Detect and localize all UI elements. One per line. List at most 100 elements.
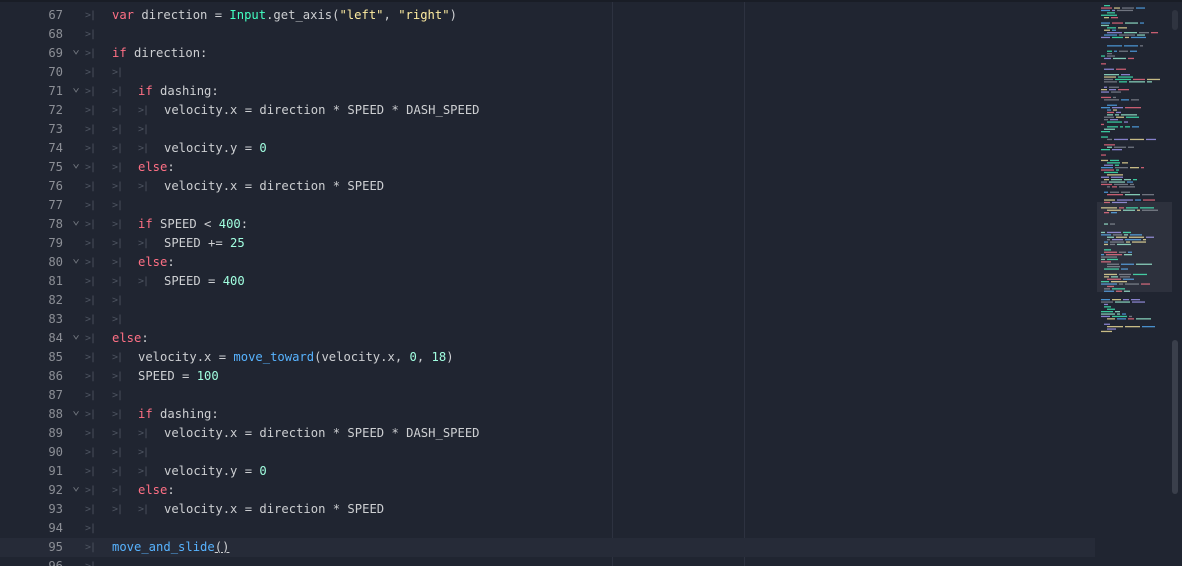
minimap-line bbox=[1119, 34, 1135, 36]
tab-marker-icon: >| bbox=[138, 428, 149, 439]
code-line[interactable]: 80 ⌄ >| >| else: bbox=[0, 251, 1095, 272]
tab-marker-icon: >| bbox=[112, 504, 123, 515]
code-line[interactable]: 76 >| >| >| velocity.x = direction * SPEED bbox=[0, 177, 1095, 196]
chevron-down-icon[interactable]: ⌄ bbox=[70, 211, 82, 230]
code-text[interactable]: if dashing: bbox=[138, 82, 219, 101]
code-area[interactable]: 67 >| var direction = Input.get_axis("left… bbox=[0, 6, 1095, 566]
code-token: else bbox=[112, 331, 142, 345]
code-line[interactable]: 74 >| >| >| velocity.y = 0 bbox=[0, 139, 1095, 158]
code-line[interactable]: 69 ⌄ >| if direction: bbox=[0, 42, 1095, 63]
code-line[interactable]: 67 >| var direction = Input.get_axis("left… bbox=[0, 6, 1095, 25]
minimap-line bbox=[1124, 121, 1128, 123]
code-text[interactable]: var direction = Input.get_axis("left", "… bbox=[112, 6, 457, 25]
minimap-line bbox=[1112, 315, 1127, 318]
tab-marker-icon: >| bbox=[85, 124, 96, 135]
code-text[interactable]: velocity.x = direction * SPEED bbox=[164, 500, 384, 519]
code-line[interactable]: 84 ⌄ >| else: bbox=[0, 327, 1095, 348]
code-text[interactable]: velocity.x = direction * SPEED bbox=[164, 177, 384, 196]
minimap-viewport[interactable] bbox=[1097, 202, 1172, 292]
minimap-line bbox=[1101, 7, 1112, 9]
line-number: 92 bbox=[48, 483, 63, 497]
minimap-line bbox=[1104, 191, 1108, 193]
tab-marker-icon: >| bbox=[85, 10, 96, 21]
line-number: 88 bbox=[48, 407, 63, 421]
code-text[interactable]: if SPEED < 400: bbox=[138, 215, 248, 234]
code-line[interactable]: 95 >| move_and_slide() bbox=[0, 538, 1095, 557]
minimap-line bbox=[1116, 116, 1124, 118]
chevron-down-icon[interactable]: ⌄ bbox=[70, 154, 82, 173]
code-text[interactable]: SPEED = 400 bbox=[164, 272, 245, 291]
code-line[interactable]: 78 ⌄ >| >| if SPEED < 400: bbox=[0, 213, 1095, 234]
tab-marker-icon: >| bbox=[112, 181, 123, 192]
chevron-down-icon[interactable]: ⌄ bbox=[70, 401, 82, 420]
code-line[interactable]: 81 >| >| >| SPEED = 400 bbox=[0, 272, 1095, 291]
code-text[interactable]: else: bbox=[138, 481, 175, 500]
tab-marker-icon: >| bbox=[112, 447, 123, 458]
code-line[interactable]: 87 >| >| bbox=[0, 386, 1095, 405]
minimap-line bbox=[1107, 318, 1115, 320]
code-text[interactable]: else: bbox=[112, 329, 149, 348]
code-line[interactable]: 88 ⌄ >| >| if dashing: bbox=[0, 403, 1095, 424]
tab-marker-icon: >| bbox=[85, 523, 96, 534]
code-text[interactable]: SPEED += 25 bbox=[164, 234, 245, 253]
code-line[interactable]: 85 >| >| velocity.x = move_toward(velocity.… bbox=[0, 348, 1095, 367]
code-token: direction: bbox=[126, 46, 208, 60]
minimap-line bbox=[1136, 318, 1151, 320]
code-text[interactable]: velocity.x = direction * SPEED * DASH_SP… bbox=[164, 424, 480, 443]
code-line[interactable]: 70 >| >| bbox=[0, 63, 1095, 82]
code-text[interactable]: if direction: bbox=[112, 44, 207, 63]
minimap-line bbox=[1101, 159, 1108, 162]
code-line[interactable]: 68 >| bbox=[0, 25, 1095, 44]
code-text[interactable]: velocity.y = 0 bbox=[164, 139, 267, 158]
chevron-down-icon[interactable]: ⌄ bbox=[70, 477, 82, 496]
chevron-down-icon[interactable]: ⌄ bbox=[70, 40, 82, 59]
code-line[interactable]: 91 >| >| >| velocity.y = 0 bbox=[0, 462, 1095, 481]
minimap-line bbox=[1121, 74, 1130, 76]
code-text[interactable]: else: bbox=[138, 253, 175, 272]
code-text[interactable]: velocity.x = direction * SPEED * DASH_SP… bbox=[164, 101, 480, 120]
code-editor[interactable]: 67 >| var direction = Input.get_axis("left… bbox=[0, 0, 1182, 566]
code-text[interactable]: if dashing: bbox=[138, 405, 219, 424]
code-token: if bbox=[138, 84, 153, 98]
code-line[interactable]: 89 >| >| >| velocity.x = direction * SPEED *… bbox=[0, 424, 1095, 443]
line-number: 81 bbox=[48, 274, 63, 288]
minimap[interactable] bbox=[1097, 2, 1172, 566]
vertical-scrollbar-thumb[interactable] bbox=[1172, 340, 1178, 494]
code-line[interactable]: 96 >| bbox=[0, 557, 1095, 566]
code-text[interactable]: velocity.y = 0 bbox=[164, 462, 267, 481]
code-text[interactable]: move_and_slide() bbox=[112, 538, 229, 557]
code-line[interactable]: 77 >| >| bbox=[0, 196, 1095, 215]
minimap-line bbox=[1104, 164, 1113, 166]
code-line[interactable]: 86 >| >| SPEED = 100 bbox=[0, 367, 1095, 386]
code-text[interactable]: SPEED = 100 bbox=[138, 367, 219, 386]
minimap-line bbox=[1113, 109, 1117, 111]
code-line[interactable]: 83 >| >| bbox=[0, 310, 1095, 329]
minimap-line bbox=[1107, 326, 1123, 328]
code-line[interactable]: 90 >| >| >| bbox=[0, 443, 1095, 462]
code-line[interactable]: 93 >| >| >| velocity.x = direction * SPEED bbox=[0, 500, 1095, 519]
code-line[interactable]: 71 ⌄ >| >| if dashing: bbox=[0, 80, 1095, 101]
minimap-line bbox=[1112, 299, 1121, 301]
scrollbar-marker bbox=[1172, 10, 1178, 30]
chevron-down-icon[interactable]: ⌄ bbox=[70, 325, 82, 344]
code-line[interactable]: 75 ⌄ >| >| else: bbox=[0, 156, 1095, 177]
tab-marker-icon: >| bbox=[112, 219, 123, 230]
minimap-line bbox=[1101, 96, 1111, 99]
chevron-down-icon[interactable]: ⌄ bbox=[70, 249, 82, 268]
code-line[interactable]: 82 >| >| bbox=[0, 291, 1095, 310]
code-line[interactable]: 94 >| bbox=[0, 519, 1095, 538]
code-line[interactable]: 92 ⌄ >| >| else: bbox=[0, 479, 1095, 500]
code-line[interactable]: 79 >| >| >| SPEED += 25 bbox=[0, 234, 1095, 253]
chevron-down-icon[interactable]: ⌄ bbox=[70, 78, 82, 97]
code-token: : bbox=[141, 331, 149, 345]
code-text[interactable]: else: bbox=[138, 158, 175, 177]
code-token: else bbox=[138, 255, 168, 269]
code-line[interactable]: 72 >| >| >| velocity.x = direction * SPEED *… bbox=[0, 101, 1095, 120]
tab-marker-icon: >| bbox=[112, 162, 123, 173]
code-token: 100 bbox=[196, 369, 219, 383]
code-line[interactable]: 73 >| >| >| bbox=[0, 120, 1095, 139]
minimap-line bbox=[1107, 162, 1120, 164]
minimap-line bbox=[1110, 159, 1119, 162]
code-text[interactable]: velocity.x = move_toward(velocity.x, 0, … bbox=[138, 348, 454, 367]
minimap-line bbox=[1117, 199, 1133, 201]
